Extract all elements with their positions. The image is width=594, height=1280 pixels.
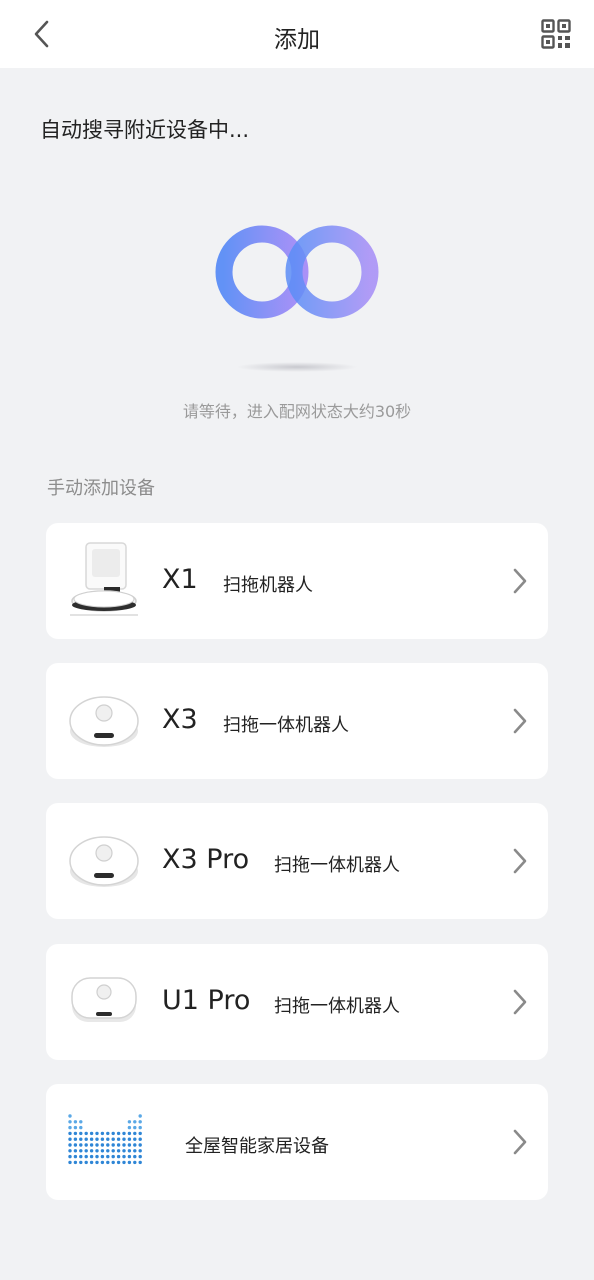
search-status-text: 自动搜寻附近设备中... <box>40 118 250 142</box>
qr-scan-button[interactable] <box>536 14 576 54</box>
device-card-x1[interactable]: X1 扫拖机器人 <box>46 523 548 639</box>
device-type: 扫拖机器人 <box>223 575 313 596</box>
chevron-right-icon <box>513 848 527 874</box>
chevron-right-icon <box>513 568 527 594</box>
device-model: X3 Pro <box>162 844 250 875</box>
robot-vacuum-icon <box>69 836 139 887</box>
manual-add-label: 手动添加设备 <box>47 478 155 499</box>
smart-home-logo-icon <box>68 1114 142 1165</box>
device-type: 扫拖一体机器人 <box>274 996 400 1017</box>
device-type: 扫拖一体机器人 <box>223 715 349 736</box>
smart-home-card[interactable]: 全屋智能家居设备 <box>46 1084 548 1200</box>
chevron-right-icon <box>513 989 527 1015</box>
device-model: X3 <box>162 704 198 735</box>
chevron-right-icon <box>513 1129 527 1155</box>
page-title: 添加 <box>274 27 320 53</box>
device-model: U1 Pro <box>162 985 251 1016</box>
device-card-x3-pro[interactable]: X3 Pro 扫拖一体机器人 <box>46 803 548 919</box>
robot-vacuum-icon <box>69 696 139 747</box>
wait-message: 请等待，进入配网状态大约30秒 <box>182 402 412 421</box>
smart-home-label: 全屋智能家居设备 <box>185 1136 329 1157</box>
robot-with-station-icon <box>70 542 138 616</box>
device-model: X1 <box>162 564 198 595</box>
device-type: 扫拖一体机器人 <box>274 855 400 876</box>
searching-infinity-logo-icon <box>215 225 379 319</box>
device-card-x3[interactable]: X3 扫拖一体机器人 <box>46 663 548 779</box>
top-bar: 添加 <box>0 0 594 68</box>
robot-vacuum-icon <box>71 977 137 1022</box>
device-card-u1-pro[interactable]: U1 Pro 扫拖一体机器人 <box>46 944 548 1060</box>
chevron-right-icon <box>513 708 527 734</box>
logo-shadow <box>236 362 358 372</box>
qr-code-icon <box>541 19 571 49</box>
